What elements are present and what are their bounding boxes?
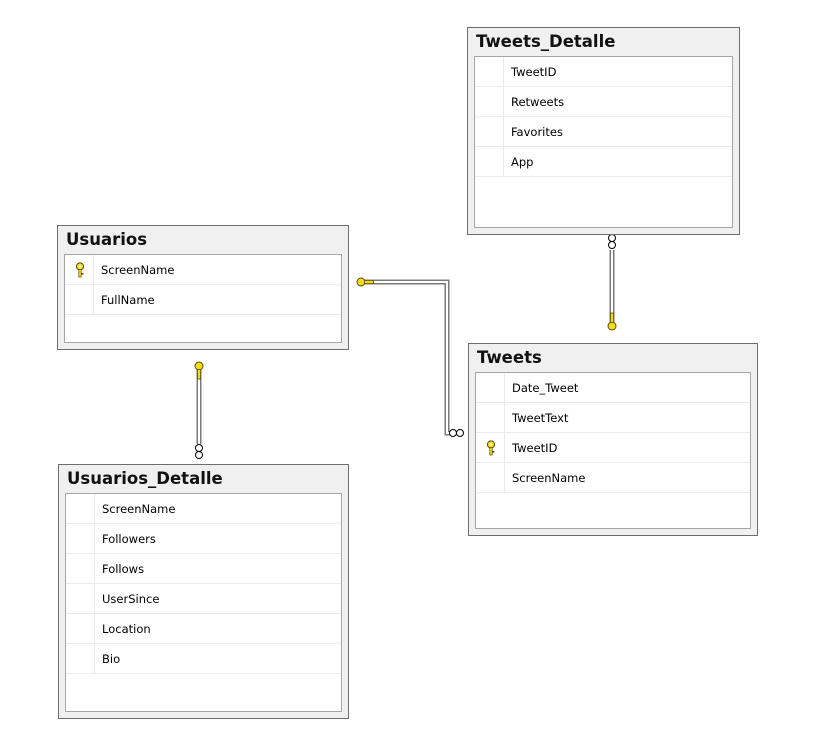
column-name: UserSince [102, 592, 160, 606]
many-end-infinity-icon [608, 234, 616, 249]
column-name: Bio [102, 652, 121, 666]
column-row[interactable]: TweetID [475, 57, 732, 87]
column-name: Favorites [511, 125, 563, 139]
column-name: ScreenName [512, 471, 586, 485]
column-name: App [511, 155, 534, 169]
column-name: ScreenName [101, 263, 175, 277]
column-row[interactable]: Retweets [475, 87, 732, 117]
table-title: Tweets_Detalle [476, 32, 616, 51]
columns-list: TweetID Retweets Favorites App [474, 56, 733, 228]
one-end-key-icon [356, 277, 374, 287]
relationship-usuarios-tweets[interactable] [356, 277, 464, 437]
column-row[interactable]: Follows [66, 554, 341, 584]
column-row[interactable]: ScreenName [65, 255, 341, 285]
column-row[interactable]: TweetText [476, 403, 750, 433]
table-usuarios[interactable]: Usuarios ScreenName FullName [57, 225, 349, 350]
column-name: ScreenName [102, 502, 176, 516]
table-title: Usuarios [66, 230, 148, 249]
column-row[interactable]: App [475, 147, 732, 177]
column-name: FullName [101, 293, 155, 307]
columns-list: Date_Tweet TweetText TweetID ScreenName [475, 372, 751, 529]
table-tweets[interactable]: Tweets Date_Tweet TweetText TweetID Scre… [468, 343, 758, 536]
column-name: Location [102, 622, 151, 636]
table-title: Tweets [477, 348, 542, 367]
column-row[interactable]: ScreenName [66, 494, 341, 524]
column-row[interactable]: Followers [66, 524, 341, 554]
many-end-infinity-icon [449, 429, 464, 437]
column-name: Follows [102, 562, 145, 576]
table-title: Usuarios_Detalle [67, 469, 223, 488]
diagram-canvas: Tweets_Detalle TweetID Retweets Favorite… [0, 0, 824, 753]
column-row[interactable]: TweetID [476, 433, 750, 463]
column-name: TweetID [511, 65, 557, 79]
column-row[interactable]: Location [66, 614, 341, 644]
one-end-key-icon [194, 361, 204, 380]
one-end-key-icon [607, 312, 617, 331]
many-end-infinity-icon [195, 444, 203, 459]
column-row[interactable]: FullName [65, 285, 341, 315]
relationship-tweets-tweets-detalle[interactable] [607, 234, 617, 331]
columns-list: ScreenName FullName [64, 254, 342, 343]
column-row[interactable]: UserSince [66, 584, 341, 614]
primary-key-icon [486, 440, 496, 456]
relationship-usuarios-usuarios-detalle[interactable] [194, 361, 204, 459]
columns-list: ScreenName Followers Follows UserSince L… [65, 493, 342, 712]
column-name: Date_Tweet [512, 381, 579, 395]
primary-key-icon [75, 262, 85, 278]
column-name: Followers [102, 532, 156, 546]
column-row[interactable]: Favorites [475, 117, 732, 147]
column-name: TweetID [512, 441, 558, 455]
column-row[interactable]: ScreenName [476, 463, 750, 493]
table-tweets-detalle[interactable]: Tweets_Detalle TweetID Retweets Favorite… [467, 27, 740, 235]
column-name: Retweets [511, 95, 565, 109]
column-row[interactable]: Bio [66, 644, 341, 674]
table-usuarios-detalle[interactable]: Usuarios_Detalle ScreenName Followers Fo… [58, 464, 349, 719]
column-name: TweetText [512, 411, 569, 425]
column-row[interactable]: Date_Tweet [476, 373, 750, 403]
